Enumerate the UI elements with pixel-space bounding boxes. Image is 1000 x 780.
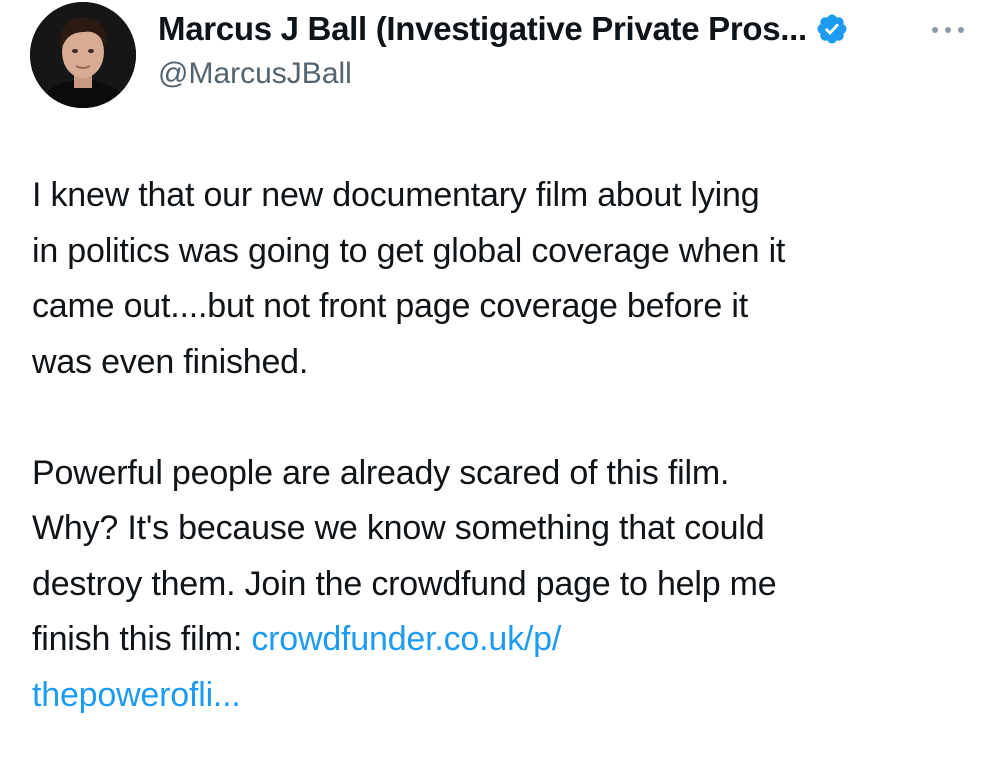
crowdfunder-link-continued[interactable]: thepowerofli... xyxy=(32,676,241,714)
tweet-paragraph-1: I knew that our new documentary film abo… xyxy=(32,168,972,390)
author-name-row: Marcus J Ball (Investigative Private Pro… xyxy=(158,10,849,48)
crowdfunder-link[interactable]: crowdfunder.co.uk/p/ xyxy=(251,620,561,658)
verified-badge-icon xyxy=(815,12,849,46)
more-options-button[interactable] xyxy=(928,14,968,44)
author-display-name[interactable]: Marcus J Ball (Investigative Private Pro… xyxy=(158,10,807,48)
tweet-line: Why? It's because we know something that… xyxy=(32,509,765,547)
tweet-line: was even finished. xyxy=(32,342,309,381)
profile-photo-icon xyxy=(30,2,136,108)
tweet-line: Powerful people are already scared of th… xyxy=(32,453,730,492)
tweet-line: in politics was going to get global cove… xyxy=(32,231,786,270)
tweet-line: destroy them. Join the crowdfund page to… xyxy=(32,564,777,603)
author-avatar[interactable] xyxy=(30,2,136,108)
tweet-line: I knew that our new documentary film abo… xyxy=(32,176,760,214)
more-horizontal-icon xyxy=(932,27,964,33)
tweet-line: finish this film: xyxy=(32,620,252,658)
author-handle[interactable]: @MarcusJBall xyxy=(158,57,352,91)
tweet-line: came out....but not front page coverage … xyxy=(32,287,748,325)
tweet: Marcus J Ball (Investigative Private Pro… xyxy=(0,0,1000,780)
tweet-text: I knew that our new documentary film abo… xyxy=(32,168,972,723)
tweet-paragraph-2: Powerful people are already scared of th… xyxy=(32,446,972,724)
